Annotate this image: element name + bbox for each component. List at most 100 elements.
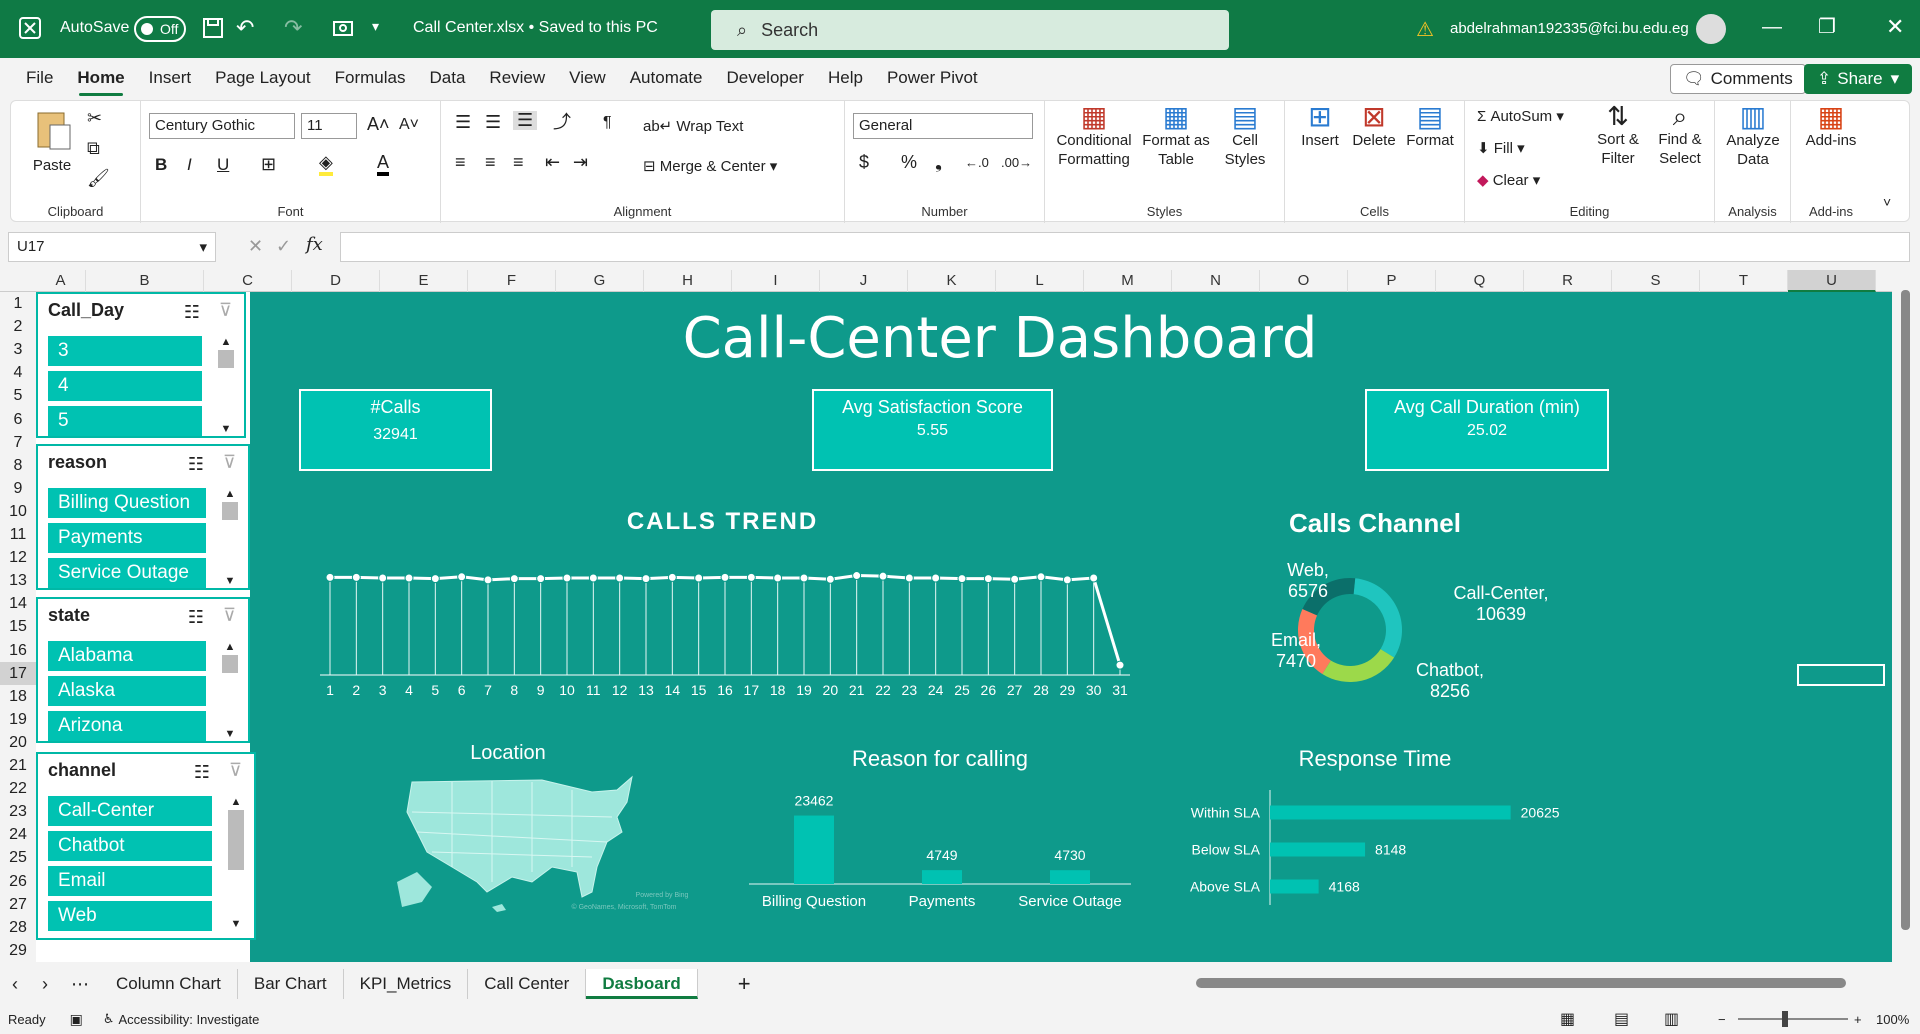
- insert-cells-button[interactable]: ⊞ Insert: [1295, 103, 1345, 150]
- slicer-state[interactable]: state ☷ ⊽ Alabama Alaska Arizona ▲ ▼: [36, 597, 250, 743]
- close-icon[interactable]: ✕: [1886, 14, 1904, 40]
- row-header[interactable]: 6: [0, 408, 36, 431]
- slicer-item[interactable]: Email: [48, 866, 212, 896]
- file-name[interactable]: Call Center.xlsx • Saved to this PC: [413, 19, 658, 37]
- row-header[interactable]: 4: [0, 361, 36, 384]
- add-sheet-icon[interactable]: +: [738, 971, 751, 997]
- row-header[interactable]: 29: [0, 939, 36, 962]
- menu-insert[interactable]: Insert: [137, 58, 204, 98]
- row-header[interactable]: 10: [0, 500, 36, 523]
- search-box[interactable]: ⌕ Search: [711, 10, 1229, 50]
- column-header[interactable]: I: [732, 270, 820, 292]
- horizontal-scrollbar[interactable]: [1180, 978, 1846, 988]
- clear-filter-icon[interactable]: ⊽: [219, 300, 232, 321]
- format-cells-button[interactable]: ▤ Format: [1403, 103, 1457, 150]
- sheet-tab[interactable]: Bar Chart: [238, 969, 344, 999]
- menu-help[interactable]: Help: [816, 58, 875, 98]
- menu-home[interactable]: Home: [65, 58, 136, 98]
- decrease-indent-icon[interactable]: ⇤: [545, 153, 560, 172]
- font-name-select[interactable]: Century Gothic: [149, 113, 295, 139]
- scroll-down-icon[interactable]: ▼: [216, 423, 236, 435]
- column-header[interactable]: M: [1084, 270, 1172, 292]
- column-header[interactable]: C: [204, 270, 292, 292]
- slicer-item[interactable]: Service Outage: [48, 558, 206, 588]
- camera-icon[interactable]: [332, 17, 354, 37]
- wrap-text-button[interactable]: ab↵ Wrap Text: [643, 117, 743, 136]
- column-header[interactable]: O: [1260, 270, 1348, 292]
- column-header[interactable]: E: [380, 270, 468, 292]
- next-sheet-icon[interactable]: ›: [30, 974, 60, 995]
- orientation-icon[interactable]: ⤴: [553, 113, 571, 132]
- middle-align-icon[interactable]: ☰: [485, 113, 501, 132]
- slicer-item[interactable]: Chatbot: [48, 831, 212, 861]
- zoom-thumb[interactable]: [1782, 1011, 1788, 1027]
- clear-filter-icon[interactable]: ⊽: [223, 605, 236, 626]
- autosum-button[interactable]: Σ AutoSum ▾: [1477, 107, 1564, 126]
- sheet-tab[interactable]: Column Chart: [100, 969, 238, 999]
- comments-button[interactable]: 🗨 Comments: [1670, 64, 1806, 94]
- row-header[interactable]: 24: [0, 823, 36, 846]
- column-header[interactable]: R: [1524, 270, 1612, 292]
- column-header[interactable]: N: [1172, 270, 1260, 292]
- row-header[interactable]: 1: [0, 292, 36, 315]
- multi-select-icon[interactable]: ☷: [184, 302, 200, 323]
- row-header[interactable]: 21: [0, 754, 36, 777]
- vertical-scrollbar[interactable]: [1892, 270, 1920, 962]
- row-header[interactable]: 16: [0, 639, 36, 662]
- font-color-icon[interactable]: A: [377, 153, 390, 176]
- column-header[interactable]: S: [1612, 270, 1700, 292]
- share-button[interactable]: ⇪ Share ▾: [1804, 64, 1913, 94]
- row-header[interactable]: 15: [0, 615, 36, 638]
- us-map[interactable]: Powered by Bing © GeoNames, Microsoft, T…: [392, 772, 712, 922]
- zoom-level[interactable]: 100%: [1876, 1012, 1909, 1027]
- row-header[interactable]: 2: [0, 315, 36, 338]
- menu-view[interactable]: View: [557, 58, 618, 98]
- cell-styles-button[interactable]: ▤ Cell Styles: [1215, 103, 1275, 169]
- row-header[interactable]: 13: [0, 569, 36, 592]
- calls-trend-chart[interactable]: 1 2 3 4 5 6 7 8 9 10 11 12 13 14 15 16 17 18 19 20 21 22 23 24 2…: [310, 560, 1140, 695]
- row-header[interactable]: 18: [0, 685, 36, 708]
- scroll-up-icon[interactable]: ▲: [216, 336, 236, 348]
- selected-cell[interactable]: [1797, 664, 1885, 686]
- top-align-icon[interactable]: ☰: [455, 113, 471, 132]
- find-select-button[interactable]: ⌕ Find & Select: [1651, 103, 1709, 168]
- rtl-icon[interactable]: ¶: [603, 113, 612, 132]
- column-header[interactable]: U: [1788, 270, 1876, 292]
- row-header[interactable]: 3: [0, 338, 36, 361]
- minimize-icon[interactable]: —: [1762, 16, 1782, 39]
- autosave-toggle[interactable]: Off: [134, 16, 186, 42]
- format-painter-icon[interactable]: 🖌: [87, 169, 110, 188]
- slicer-scrollbar[interactable]: ▲ ▼: [220, 488, 240, 587]
- column-header[interactable]: H: [644, 270, 732, 292]
- menu-file[interactable]: File: [14, 58, 65, 98]
- scroll-up-icon[interactable]: ▲: [226, 796, 246, 808]
- page-break-view-icon[interactable]: ▥: [1664, 1009, 1679, 1029]
- scroll-thumb[interactable]: [1901, 290, 1910, 930]
- multi-select-icon[interactable]: ☷: [188, 607, 204, 628]
- normal-view-icon[interactable]: ▦: [1560, 1009, 1575, 1029]
- align-right-icon[interactable]: ≡: [513, 153, 524, 172]
- undo-icon[interactable]: ↶: [236, 15, 254, 41]
- row-header[interactable]: 8: [0, 454, 36, 477]
- column-header[interactable]: B: [86, 270, 204, 292]
- menu-data[interactable]: Data: [418, 58, 478, 98]
- row-header[interactable]: 5: [0, 384, 36, 407]
- column-header[interactable]: P: [1348, 270, 1436, 292]
- warning-icon[interactable]: ⚠: [1416, 17, 1434, 42]
- merge-center-button[interactable]: ⊟ Merge & Center ▾: [643, 157, 777, 176]
- slicer-reason[interactable]: reason ☷ ⊽ Billing Question Payments Service …: [36, 444, 250, 590]
- column-header[interactable]: A: [36, 270, 86, 292]
- zoom-out-icon[interactable]: −: [1718, 1012, 1726, 1027]
- menu-power-pivot[interactable]: Power Pivot: [875, 58, 990, 98]
- italic-icon[interactable]: I: [187, 155, 192, 174]
- row-header[interactable]: 14: [0, 592, 36, 615]
- scroll-up-icon[interactable]: ▲: [220, 641, 240, 653]
- slicer-item[interactable]: Web: [48, 901, 212, 931]
- bold-icon[interactable]: B: [155, 155, 167, 174]
- menu-automate[interactable]: Automate: [618, 58, 715, 98]
- more-sheets-icon[interactable]: ⋯: [60, 974, 100, 995]
- sheet-tab[interactable]: Dasboard: [586, 969, 698, 999]
- row-header[interactable]: 11: [0, 523, 36, 546]
- restore-icon[interactable]: ❐: [1818, 14, 1836, 39]
- macro-icon[interactable]: ▣: [70, 1011, 83, 1028]
